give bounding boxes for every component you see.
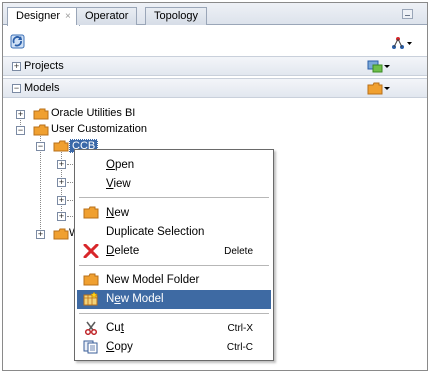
menu-item-open[interactable]: Open — [77, 156, 271, 175]
menu-item-label: New Model Folder — [106, 274, 200, 286]
tab-designer[interactable]: Designer × — [7, 7, 80, 26]
tree-expand-toggle[interactable]: + — [57, 196, 66, 205]
menu-item-copy[interactable]: Copy Ctrl-C — [77, 338, 271, 357]
tab-strip: Designer × Operator Topology — [3, 3, 427, 26]
toolbar — [3, 26, 427, 56]
folder-icon — [83, 273, 99, 286]
tree-node-w[interactable]: + W — [3, 227, 83, 243]
copy-icon — [83, 340, 98, 354]
projects-section-header[interactable]: + Projects — [3, 56, 427, 76]
menu-item-label: View — [106, 178, 131, 190]
menu-item-label: New Model — [106, 293, 164, 305]
tree-guide — [67, 182, 73, 183]
projects-expand-toggle[interactable]: + — [12, 62, 21, 71]
tab-topology-label: Topology — [154, 10, 199, 22]
menu-separator — [79, 265, 269, 266]
models-label: Models — [24, 82, 60, 94]
menu-item-delete[interactable]: Delete Delete — [77, 242, 271, 261]
menu-item-cut[interactable]: Cut Ctrl-X — [77, 319, 271, 338]
menu-item-label: Open — [106, 159, 135, 171]
menu-item-label: Copy — [106, 341, 133, 353]
tree-expand-toggle[interactable]: + — [57, 160, 66, 169]
tree-node-oracle-utilities-bi[interactable]: + Oracle Utilities BI — [3, 107, 303, 123]
menu-item-duplicate-selection[interactable]: Duplicate Selection — [77, 223, 271, 242]
chevron-down-icon[interactable] — [384, 87, 390, 90]
menu-item-accelerator: Ctrl-C — [226, 342, 253, 353]
tree-node-label: User Customization — [51, 123, 147, 135]
projects-menu-icon[interactable] — [367, 60, 383, 73]
tree-expand-toggle[interactable]: + — [57, 212, 66, 221]
menu-separator — [79, 313, 269, 314]
context-menu: Open View New Duplicate Selection Delete… — [74, 149, 274, 361]
model-folder-icon — [53, 228, 69, 240]
model-folder-icon — [33, 124, 49, 136]
tree-expand-toggle[interactable]: + — [16, 110, 25, 119]
folder-icon — [83, 206, 99, 219]
tree-node-user-customization[interactable]: − User Customization — [3, 123, 303, 139]
model-folder-icon — [53, 140, 69, 152]
menu-separator — [79, 197, 269, 198]
projects-label: Projects — [24, 60, 64, 72]
tree-guide — [67, 164, 73, 165]
models-section-header[interactable]: − Models — [3, 78, 427, 98]
tree-guide — [67, 216, 73, 217]
tab-operator[interactable]: Operator — [76, 7, 138, 25]
models-folder-menu-icon[interactable] — [367, 82, 383, 95]
tree-node-label: Oracle Utilities BI — [51, 107, 136, 119]
menu-item-accelerator: Delete — [224, 246, 253, 257]
tree-node-child[interactable]: + — [3, 175, 83, 191]
refresh-icon[interactable] — [10, 34, 26, 49]
tree-node-child[interactable]: + — [3, 193, 83, 209]
tree-node-child[interactable]: + — [3, 209, 83, 225]
model-folder-icon — [33, 108, 49, 120]
menu-item-new-model[interactable]: New Model — [77, 290, 271, 309]
model-icon — [83, 292, 98, 306]
red-x-icon — [83, 244, 99, 258]
tree-expand-toggle[interactable]: + — [36, 230, 45, 239]
tree-expand-toggle[interactable]: + — [57, 178, 66, 187]
tree-node-child[interactable]: + — [3, 157, 83, 173]
designer-panel: Designer × Operator Topology + Projects — [2, 2, 428, 371]
tree-guide — [67, 200, 73, 201]
tree-collapse-toggle[interactable]: − — [36, 142, 45, 151]
tab-operator-label: Operator — [85, 10, 129, 22]
models-collapse-toggle[interactable]: − — [12, 84, 21, 93]
close-icon[interactable]: × — [65, 11, 71, 22]
menu-item-label: Cut — [106, 322, 124, 334]
tab-topology[interactable]: Topology — [145, 7, 208, 25]
menu-item-label: Delete — [106, 245, 140, 257]
chevron-down-icon[interactable] — [384, 65, 390, 68]
connect-navigator-icon[interactable] — [391, 36, 413, 50]
minimize-button[interactable] — [402, 9, 413, 19]
menu-item-view[interactable]: View — [77, 175, 271, 194]
menu-item-accelerator: Ctrl-X — [227, 323, 253, 334]
menu-item-new-model-folder[interactable]: New Model Folder — [77, 271, 271, 290]
tree-collapse-toggle[interactable]: − — [16, 126, 25, 135]
menu-item-label: New — [106, 207, 130, 219]
menu-item-new[interactable]: New — [77, 204, 271, 223]
scissors-icon — [84, 321, 98, 335]
menu-item-label: Duplicate Selection — [106, 226, 205, 238]
tab-designer-label: Designer — [16, 10, 61, 22]
